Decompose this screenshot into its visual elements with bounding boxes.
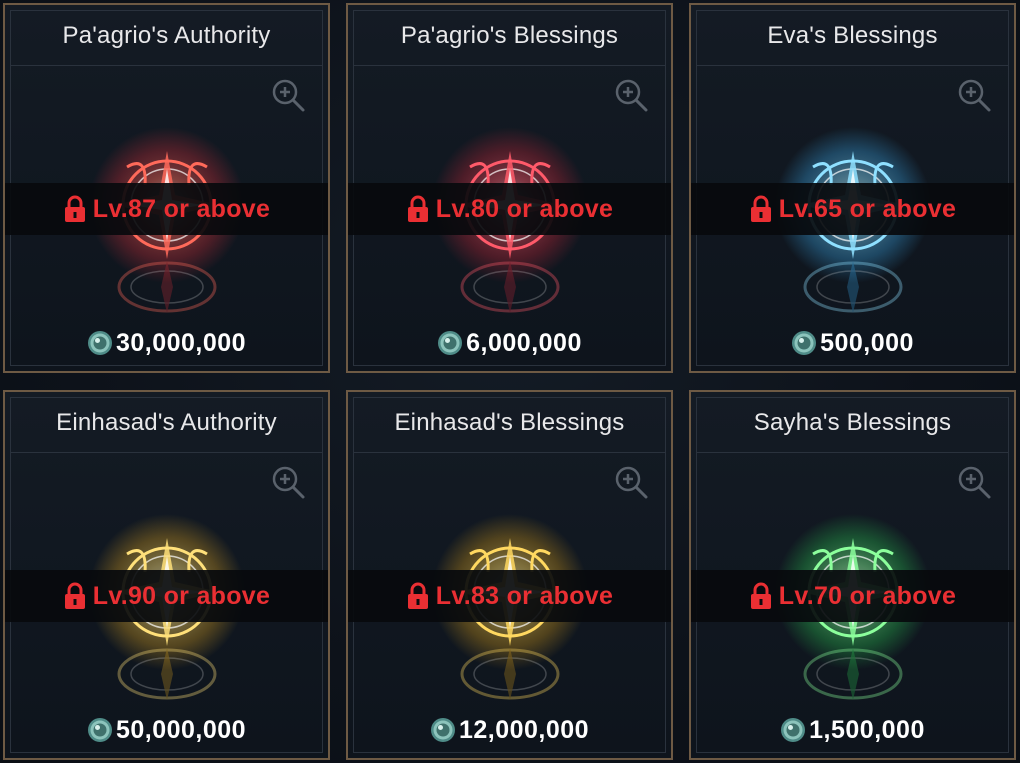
card-title-bar: Pa'agrio's Blessings	[353, 10, 666, 66]
price: 30,000,000	[5, 323, 328, 363]
lock-icon	[64, 195, 85, 222]
level-lock-banner: Lv.87 or above	[5, 183, 328, 235]
price-amount: 30,000,000	[115, 328, 247, 357]
adena-coin-icon	[781, 718, 806, 742]
price: 6,000,000	[348, 323, 671, 363]
level-lock-banner: Lv.90 or above	[5, 570, 328, 622]
card-title-bar: Einhasad's Authority	[10, 397, 323, 453]
lock-icon	[64, 582, 85, 609]
price: 12,000,000	[348, 710, 671, 750]
adena-coin-icon	[792, 331, 817, 355]
level-requirement: Lv.90 or above	[92, 581, 271, 610]
lock-icon	[750, 582, 771, 609]
card-title: Einhasad's Blessings	[394, 409, 625, 436]
price-amount: 1,500,000	[809, 715, 925, 744]
card-title: Eva's Blessings	[767, 22, 938, 49]
emblem-reflection	[783, 257, 923, 317]
card-title-bar: Eva's Blessings	[696, 10, 1009, 66]
level-requirement: Lv.80 or above	[435, 194, 614, 223]
card-title: Pa'agrio's Blessings	[400, 22, 619, 49]
card-title: Pa'agrio's Authority	[62, 22, 271, 49]
adena-coin-icon	[438, 331, 463, 355]
blessing-card-6[interactable]: Sayha's Blessings Lv.70 or above 1,500,0…	[689, 390, 1016, 760]
zoom-in-icon[interactable]	[956, 464, 994, 502]
level-lock-banner: Lv.65 or above	[691, 183, 1014, 235]
price: 50,000,000	[5, 710, 328, 750]
level-lock-banner: Lv.83 or above	[348, 570, 671, 622]
price-amount: 6,000,000	[466, 328, 582, 357]
zoom-in-icon[interactable]	[613, 464, 651, 502]
lock-icon	[750, 195, 771, 222]
level-requirement: Lv.70 or above	[778, 581, 957, 610]
blessing-card-5[interactable]: Einhasad's Blessings Lv.83 or above 12,0…	[346, 390, 673, 760]
adena-coin-icon	[430, 718, 455, 742]
level-lock-banner: Lv.80 or above	[348, 183, 671, 235]
price-amount: 500,000	[820, 328, 914, 357]
blessing-card-3[interactable]: Eva's Blessings Lv.65 or above 500,000	[689, 3, 1016, 373]
card-title-bar: Einhasad's Blessings	[353, 397, 666, 453]
adena-coin-icon	[87, 331, 112, 355]
level-requirement: Lv.83 or above	[435, 581, 614, 610]
emblem-reflection	[440, 257, 580, 317]
card-title: Sayha's Blessings	[753, 409, 952, 436]
zoom-in-icon[interactable]	[956, 77, 994, 115]
blessing-card-1[interactable]: Pa'agrio's Authority Lv.87 or above 30,0…	[3, 3, 330, 373]
lock-icon	[407, 195, 428, 222]
blessing-card-4[interactable]: Einhasad's Authority Lv.90 or above 50,0…	[3, 390, 330, 760]
level-requirement: Lv.87 or above	[92, 194, 271, 223]
emblem-reflection	[97, 257, 237, 317]
price: 500,000	[691, 323, 1014, 363]
price-amount: 12,000,000	[458, 715, 590, 744]
blessing-grid: Pa'agrio's Authority Lv.87 or above 30,0…	[0, 0, 1020, 763]
zoom-in-icon[interactable]	[270, 464, 308, 502]
card-title: Einhasad's Authority	[56, 409, 277, 436]
blessing-card-2[interactable]: Pa'agrio's Blessings Lv.80 or above 6,00…	[346, 3, 673, 373]
card-title-bar: Pa'agrio's Authority	[10, 10, 323, 66]
zoom-in-icon[interactable]	[270, 77, 308, 115]
lock-icon	[407, 582, 428, 609]
price-amount: 50,000,000	[115, 715, 247, 744]
price: 1,500,000	[691, 710, 1014, 750]
level-lock-banner: Lv.70 or above	[691, 570, 1014, 622]
emblem-reflection	[440, 644, 580, 704]
card-title-bar: Sayha's Blessings	[696, 397, 1009, 453]
emblem-reflection	[97, 644, 237, 704]
level-requirement: Lv.65 or above	[778, 194, 957, 223]
zoom-in-icon[interactable]	[613, 77, 651, 115]
emblem-reflection	[783, 644, 923, 704]
adena-coin-icon	[87, 718, 112, 742]
